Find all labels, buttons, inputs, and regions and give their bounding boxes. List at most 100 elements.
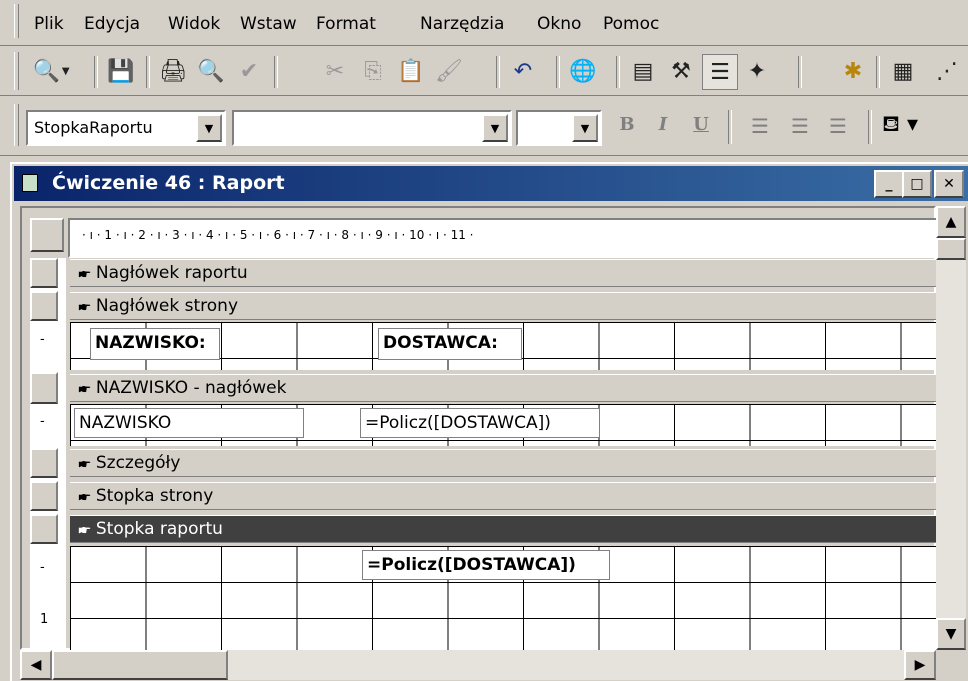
font-name-combo[interactable]: ▼ bbox=[232, 110, 512, 146]
menubar-grip[interactable] bbox=[14, 4, 19, 38]
align-right-icon[interactable]: ☰ bbox=[822, 114, 854, 142]
menu-format[interactable]: Format bbox=[316, 14, 376, 34]
print-preview-icon[interactable]: 🔍 ▼ bbox=[24, 54, 78, 88]
close-button[interactable]: ✕ bbox=[934, 170, 964, 198]
vertical-ruler-mark: 1 bbox=[40, 612, 49, 627]
menu-narzedzia[interactable]: Narzędzia bbox=[420, 14, 504, 34]
pointer-icon: 🖝 bbox=[78, 378, 91, 398]
ruler-marks: · ı · 1 · ı · 2 · ı · 3 · ı · 4 · ı · 5 … bbox=[82, 228, 474, 242]
label-nazwisko[interactable]: NAZWISKO: bbox=[90, 328, 220, 360]
minimize-button[interactable]: _ bbox=[874, 170, 904, 198]
menu-okno[interactable]: Okno bbox=[537, 14, 581, 34]
section-report-header[interactable]: 🖝 Nagłówek raportu bbox=[70, 259, 936, 287]
pointer-icon: 🖝 bbox=[78, 486, 91, 506]
section-page-footer[interactable]: 🖝 Stopka strony bbox=[70, 482, 936, 510]
format-painter-icon[interactable]: 🖌 bbox=[432, 54, 466, 88]
undo-icon[interactable]: ↶ bbox=[506, 54, 540, 88]
scroll-left-button[interactable]: ◀ bbox=[20, 650, 52, 680]
menu-edycja[interactable]: Edycja bbox=[84, 14, 140, 34]
section-selector[interactable] bbox=[30, 291, 58, 321]
object-selector-combo[interactable]: StopkaRaportu ▼ bbox=[26, 110, 226, 146]
report-selector[interactable] bbox=[30, 218, 64, 252]
italic-button[interactable]: I bbox=[648, 114, 678, 144]
vertical-scrollbar[interactable] bbox=[936, 206, 966, 650]
cut-icon[interactable]: ✂ bbox=[318, 54, 352, 88]
field-count-group[interactable]: =Policz([DOSTAWCA]) bbox=[360, 408, 600, 438]
pointer-icon: 🖝 bbox=[78, 453, 91, 473]
preview-icon[interactable]: 🔍 bbox=[194, 54, 228, 88]
menubar: Plik Edycja Widok Wstaw Format Narzędzia… bbox=[0, 0, 968, 46]
section-selector[interactable] bbox=[30, 258, 58, 288]
font-size-combo[interactable]: ▼ bbox=[516, 110, 602, 146]
spelling-icon[interactable]: ✔ bbox=[232, 54, 266, 88]
print-icon[interactable]: 🖨 bbox=[156, 54, 190, 88]
restore-button[interactable]: □ bbox=[902, 170, 932, 198]
paste-icon[interactable]: 📋 bbox=[394, 54, 428, 88]
section-selector[interactable] bbox=[30, 448, 58, 478]
toolbar-separator bbox=[798, 56, 802, 88]
align-left-icon[interactable]: ☰ bbox=[744, 114, 776, 142]
toolbar-separator bbox=[616, 56, 620, 88]
size-grip[interactable] bbox=[936, 650, 966, 680]
vertical-ruler-mark: - bbox=[40, 414, 45, 429]
section-report-footer[interactable]: 🖝 Stopka raportu bbox=[70, 515, 936, 543]
toolbar-separator bbox=[146, 56, 150, 88]
section-title: Nagłówek strony bbox=[95, 296, 239, 316]
toolbar-grip[interactable] bbox=[14, 52, 19, 90]
toolbar-separator bbox=[556, 56, 560, 88]
field-count-report[interactable]: =Policz([DOSTAWCA]) bbox=[362, 550, 610, 580]
vertical-ruler-mark: - bbox=[40, 332, 45, 347]
section-title: NAZWISKO - nagłówek bbox=[95, 378, 287, 398]
save-icon[interactable]: 💾 bbox=[104, 54, 138, 88]
section-group-header[interactable]: 🖝 NAZWISKO - nagłówek bbox=[70, 374, 936, 402]
standard-toolbar: 🔍 ▼ 💾 🖨 🔍 ✔ ✂ ⎘ 📋 🖌 ↶ 🌐 ▤ ⚒ ☰ ✦ ✱ ▦ ⋰ bbox=[0, 48, 968, 96]
menu-pomoc[interactable]: Pomoc bbox=[603, 14, 659, 34]
format-toolbar-grip[interactable] bbox=[14, 104, 19, 146]
toolbox-icon[interactable]: ⚒ bbox=[664, 54, 698, 88]
vertical-scroll-thumb[interactable] bbox=[936, 238, 966, 260]
section-detail[interactable]: 🖝 Szczegóły bbox=[70, 449, 936, 477]
copy-icon[interactable]: ⎘ bbox=[356, 54, 390, 88]
toolbar-separator bbox=[876, 56, 880, 88]
object-selector-value: StopkaRaportu bbox=[34, 118, 153, 137]
section-selector[interactable] bbox=[30, 481, 58, 511]
align-center-icon[interactable]: ☰ bbox=[784, 114, 816, 142]
section-selector[interactable] bbox=[30, 514, 58, 544]
hyperlink-icon[interactable]: 🌐 bbox=[566, 54, 600, 88]
scroll-up-button[interactable]: ▲ bbox=[936, 206, 966, 238]
section-selector[interactable] bbox=[30, 372, 58, 404]
toolbar-separator bbox=[274, 56, 278, 88]
fill-color-icon[interactable]: ⛾ ▾ bbox=[882, 112, 962, 144]
underline-button[interactable]: U bbox=[686, 114, 716, 144]
code-icon[interactable]: ✱ bbox=[836, 54, 870, 88]
toolbar-separator bbox=[868, 110, 872, 144]
field-nazwisko[interactable]: NAZWISKO bbox=[74, 408, 304, 438]
menu-wstaw[interactable]: Wstaw bbox=[240, 14, 297, 34]
properties-icon[interactable]: ▦ bbox=[886, 54, 920, 88]
menu-widok[interactable]: Widok bbox=[168, 14, 220, 34]
section-page-header[interactable]: 🖝 Nagłówek strony bbox=[70, 292, 936, 320]
label-dostawca[interactable]: DOSTAWCA: bbox=[378, 328, 522, 360]
window-title-bar[interactable]: Ćwiczenie 46 : Raport _ □ ✕ bbox=[14, 166, 968, 201]
sorting-grouping-icon[interactable]: ☰ bbox=[702, 54, 738, 90]
field-list-icon[interactable]: ▤ bbox=[626, 54, 660, 88]
toolbar-separator bbox=[728, 110, 732, 144]
menu-plik[interactable]: Plik bbox=[34, 14, 64, 34]
scroll-right-button[interactable]: ▶ bbox=[904, 650, 936, 680]
section-title: Szczegóły bbox=[95, 453, 181, 473]
pointer-icon: 🖝 bbox=[78, 263, 91, 283]
horizontal-scroll-thumb[interactable] bbox=[52, 650, 228, 680]
horizontal-ruler: · ı · 1 · ı · 2 · ı · 3 · ı · 4 · ı · 5 … bbox=[68, 218, 940, 258]
scroll-down-button[interactable]: ▼ bbox=[936, 618, 966, 650]
section-title: Stopka strony bbox=[95, 486, 214, 506]
pointer-icon: 🖝 bbox=[78, 296, 91, 316]
chevron-down-icon[interactable]: ▼ bbox=[572, 114, 598, 142]
autoformat-icon[interactable]: ✦ bbox=[740, 54, 774, 88]
chevron-down-icon[interactable]: ▼ bbox=[196, 114, 222, 142]
build-icon[interactable]: ⋰ bbox=[926, 54, 968, 88]
chevron-down-icon[interactable]: ▼ bbox=[482, 114, 508, 142]
report-icon bbox=[22, 174, 38, 192]
bold-button[interactable]: B bbox=[612, 114, 642, 144]
formatting-toolbar: StopkaRaportu ▼ ▼ ▼ B I U ☰ ☰ ☰ ⛾ ▾ bbox=[0, 100, 968, 156]
toolbar-separator bbox=[94, 56, 98, 88]
